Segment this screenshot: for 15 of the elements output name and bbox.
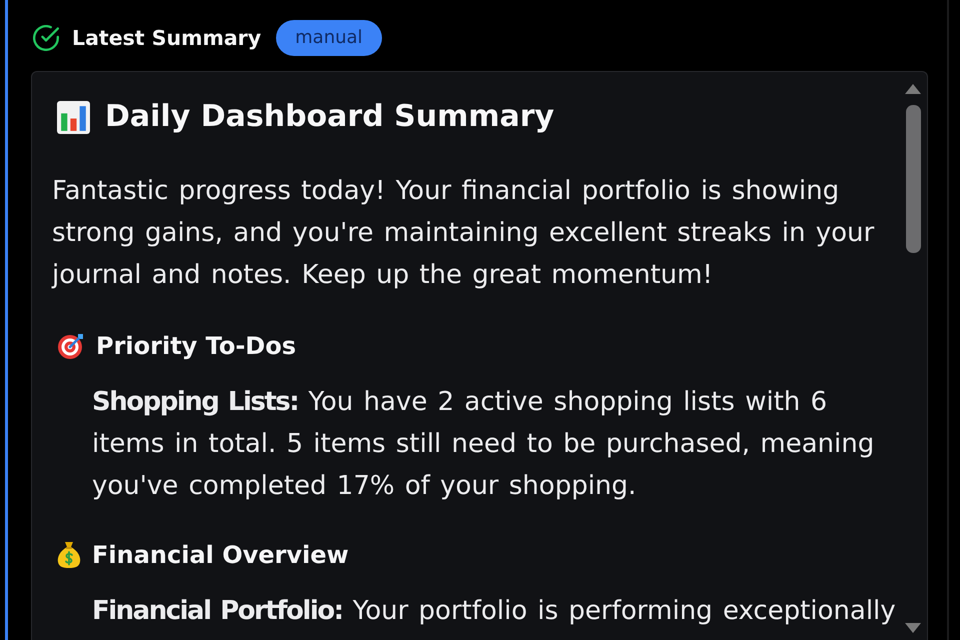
money-bag-icon <box>57 541 81 569</box>
intro-paragraph: Fantastic progress today! Your financial portfolio is showing strong gains, and you're maintaining excellent streaks in your journal and notes. Keep up the great momentum! <box>52 175 876 292</box>
section-heading: Priority To-Dos <box>96 331 296 362</box>
section-paragraph: Shopping Lists: You have 2 active shopping lists with 6 items in total. 5 items still need to be purchased, meaning you've completed 17% of your shopping. <box>92 386 876 503</box>
target-dart-icon <box>57 332 85 360</box>
section-heading: Financial Overview <box>92 540 349 571</box>
bar-chart-icon <box>57 100 90 134</box>
dashboard-title: Daily Dashboard Summary <box>105 98 554 136</box>
section-paragraph: Financial Portfolio: Your portfolio is performing exceptionally <box>92 595 897 628</box>
check-circle-icon <box>33 25 59 51</box>
summary-heading: Latest Summary <box>72 25 262 52</box>
mode-badge: manual <box>276 20 382 56</box>
scroll-down-icon[interactable] <box>905 623 921 633</box>
scroll-up-icon[interactable] <box>905 84 921 94</box>
scrollbar-thumb[interactable] <box>906 105 920 253</box>
